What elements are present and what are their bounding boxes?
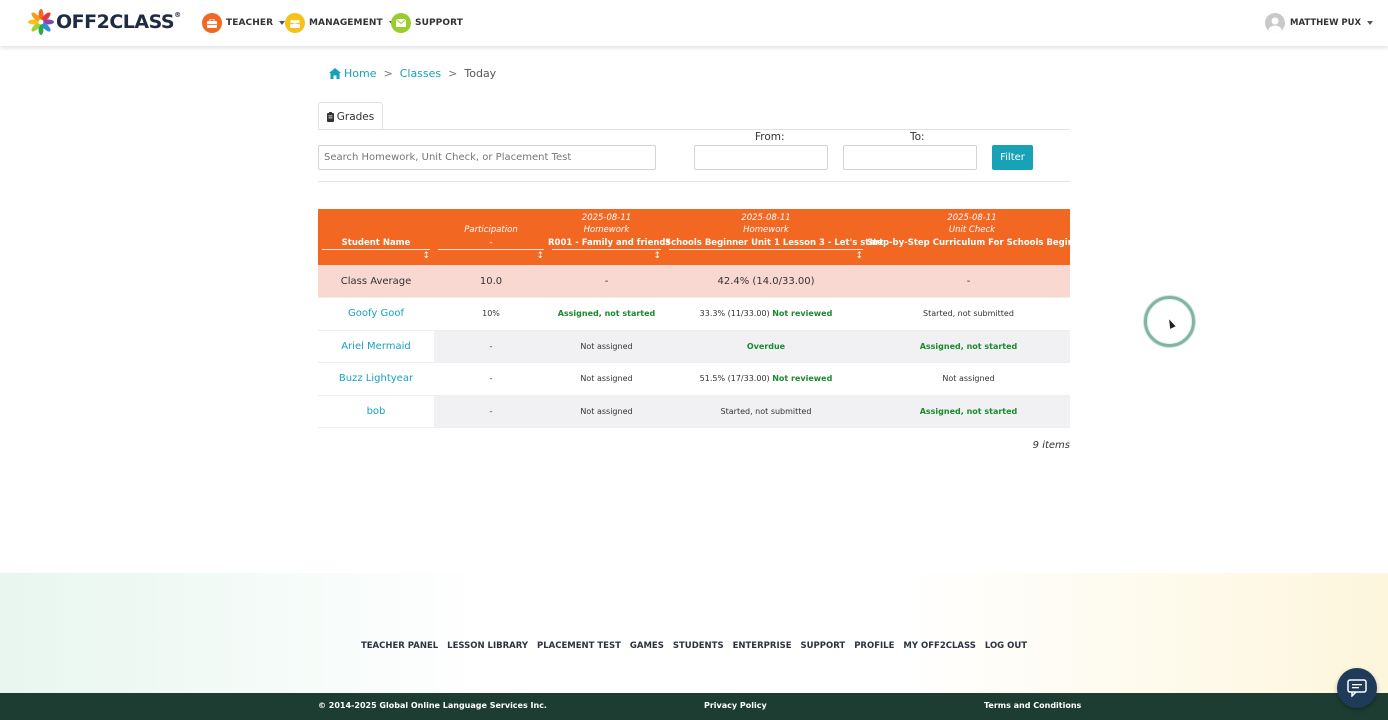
table-row: Ariel Mermaid - Not assigned Overdue Ass… — [318, 330, 1070, 363]
app-root: OFF2CLASS® TEACHER MANAGEMENT SUPPORT MA… — [0, 0, 1388, 720]
avatar — [1265, 13, 1285, 33]
chevron-down-icon — [1367, 21, 1374, 25]
from-label: From: — [755, 131, 785, 143]
user-menu[interactable]: MATTHEW PUX — [1265, 13, 1374, 33]
tab-grades[interactable]: Grades — [318, 102, 383, 130]
bottom-bar: © 2014-2025 Global Online Language Servi… — [0, 693, 1388, 720]
brand-logo[interactable]: OFF2CLASS® — [28, 9, 181, 35]
grades-table: Student Name ↕ Participation - ↕ 2025-08… — [318, 209, 1070, 428]
footer-link[interactable]: LOG OUT — [985, 641, 1027, 651]
breadcrumb: Home > Classes > Today — [329, 67, 496, 80]
footer-link[interactable]: MY OFF2CLASS — [903, 641, 975, 651]
clipboard-icon — [326, 111, 334, 122]
table-header: Student Name ↕ Participation - ↕ 2025-08… — [318, 209, 1070, 265]
envelope-icon — [391, 13, 411, 33]
table-row: Buzz Lightyear - Not assigned 51.5% (17/… — [318, 363, 1070, 396]
nav-management-label: MANAGEMENT — [309, 18, 383, 28]
breadcrumb-separator: > — [383, 67, 393, 80]
breadcrumb-classes[interactable]: Classes — [400, 67, 441, 80]
footer-link[interactable]: TEACHER PANEL — [361, 641, 438, 651]
from-date-input[interactable] — [694, 145, 828, 170]
column-header-homework-1[interactable]: 2025-08-11 Homework R001 - Family and fr… — [548, 209, 671, 265]
sort-icon[interactable]: ↕ — [653, 251, 661, 261]
terms-link[interactable]: Terms and Conditions — [984, 701, 1081, 710]
column-header-participation[interactable]: Participation - ↕ — [434, 209, 548, 265]
sort-icon[interactable]: ↕ — [855, 251, 863, 261]
footer-link[interactable]: PROFILE — [854, 641, 894, 651]
student-name-link[interactable]: Buzz Lightyear — [318, 363, 434, 395]
footer-link[interactable]: GAMES — [630, 641, 664, 651]
sort-icon[interactable]: ↕ — [422, 251, 430, 261]
flower-logo-icon — [28, 9, 54, 35]
to-label: To: — [910, 131, 925, 143]
student-name-link[interactable]: Ariel Mermaid — [318, 330, 434, 362]
breadcrumb-home[interactable]: Home — [344, 67, 376, 80]
nav-teacher[interactable]: TEACHER — [202, 13, 286, 33]
nav-support-label: SUPPORT — [415, 18, 463, 28]
nav-support[interactable]: SUPPORT — [391, 13, 463, 33]
sort-icon[interactable]: ↕ — [536, 251, 544, 261]
footer-link[interactable]: SUPPORT — [801, 641, 846, 651]
tab-grades-label: Grades — [336, 110, 375, 123]
footer-background — [0, 573, 1388, 693]
tab-divider — [318, 129, 1070, 130]
briefcase-icon — [202, 13, 222, 33]
brand-name: OFF2CLASS® — [56, 11, 181, 33]
footer-link[interactable]: STUDENTS — [673, 641, 724, 651]
copyright: © 2014-2025 Global Online Language Servi… — [318, 701, 547, 710]
student-name-link[interactable]: Goofy Goof — [318, 298, 434, 330]
home-icon[interactable] — [329, 68, 341, 79]
to-date-input[interactable] — [843, 145, 977, 170]
column-header-homework-2[interactable]: 2025-08-11 Homework Schools Beginner Uni… — [665, 209, 883, 265]
search-input[interactable] — [318, 145, 656, 170]
people-icon — [285, 13, 305, 33]
chat-icon — [1347, 679, 1367, 697]
footer-link[interactable]: LESSON LIBRARY — [447, 641, 528, 651]
footer-links: TEACHER PANEL LESSON LIBRARY PLACEMENT T… — [0, 641, 1388, 651]
column-header-unit-check[interactable]: 2025-08-11 Unit Check Step-by-Step Curri… — [867, 209, 1070, 265]
chat-button[interactable] — [1337, 668, 1377, 708]
privacy-link[interactable]: Privacy Policy — [704, 701, 767, 710]
nav-teacher-label: TEACHER — [226, 18, 274, 28]
breadcrumb-separator: > — [448, 67, 458, 80]
class-average-row: Class Average 10.0 - 42.4% (14.0/33.00) … — [318, 265, 1070, 298]
breadcrumb-current: Today — [464, 67, 497, 80]
items-count: 9 items — [1032, 440, 1070, 451]
filter-divider — [318, 181, 1070, 182]
user-name: MATTHEW PUX — [1290, 18, 1362, 28]
table-row: Goofy Goof 10% Assigned, not started 33.… — [318, 298, 1070, 331]
column-header-student-name[interactable]: Student Name ↕ — [318, 209, 434, 265]
nav-management[interactable]: MANAGEMENT — [285, 13, 395, 33]
top-navbar: OFF2CLASS® TEACHER MANAGEMENT SUPPORT MA… — [0, 0, 1388, 46]
student-name-link[interactable]: bob — [318, 395, 434, 427]
table-row: bob - Not assigned Started, not submitte… — [318, 395, 1070, 428]
footer-link[interactable]: PLACEMENT TEST — [537, 641, 621, 651]
filter-button[interactable]: Filter — [992, 145, 1033, 170]
footer-link[interactable]: ENTERPRISE — [733, 641, 792, 651]
